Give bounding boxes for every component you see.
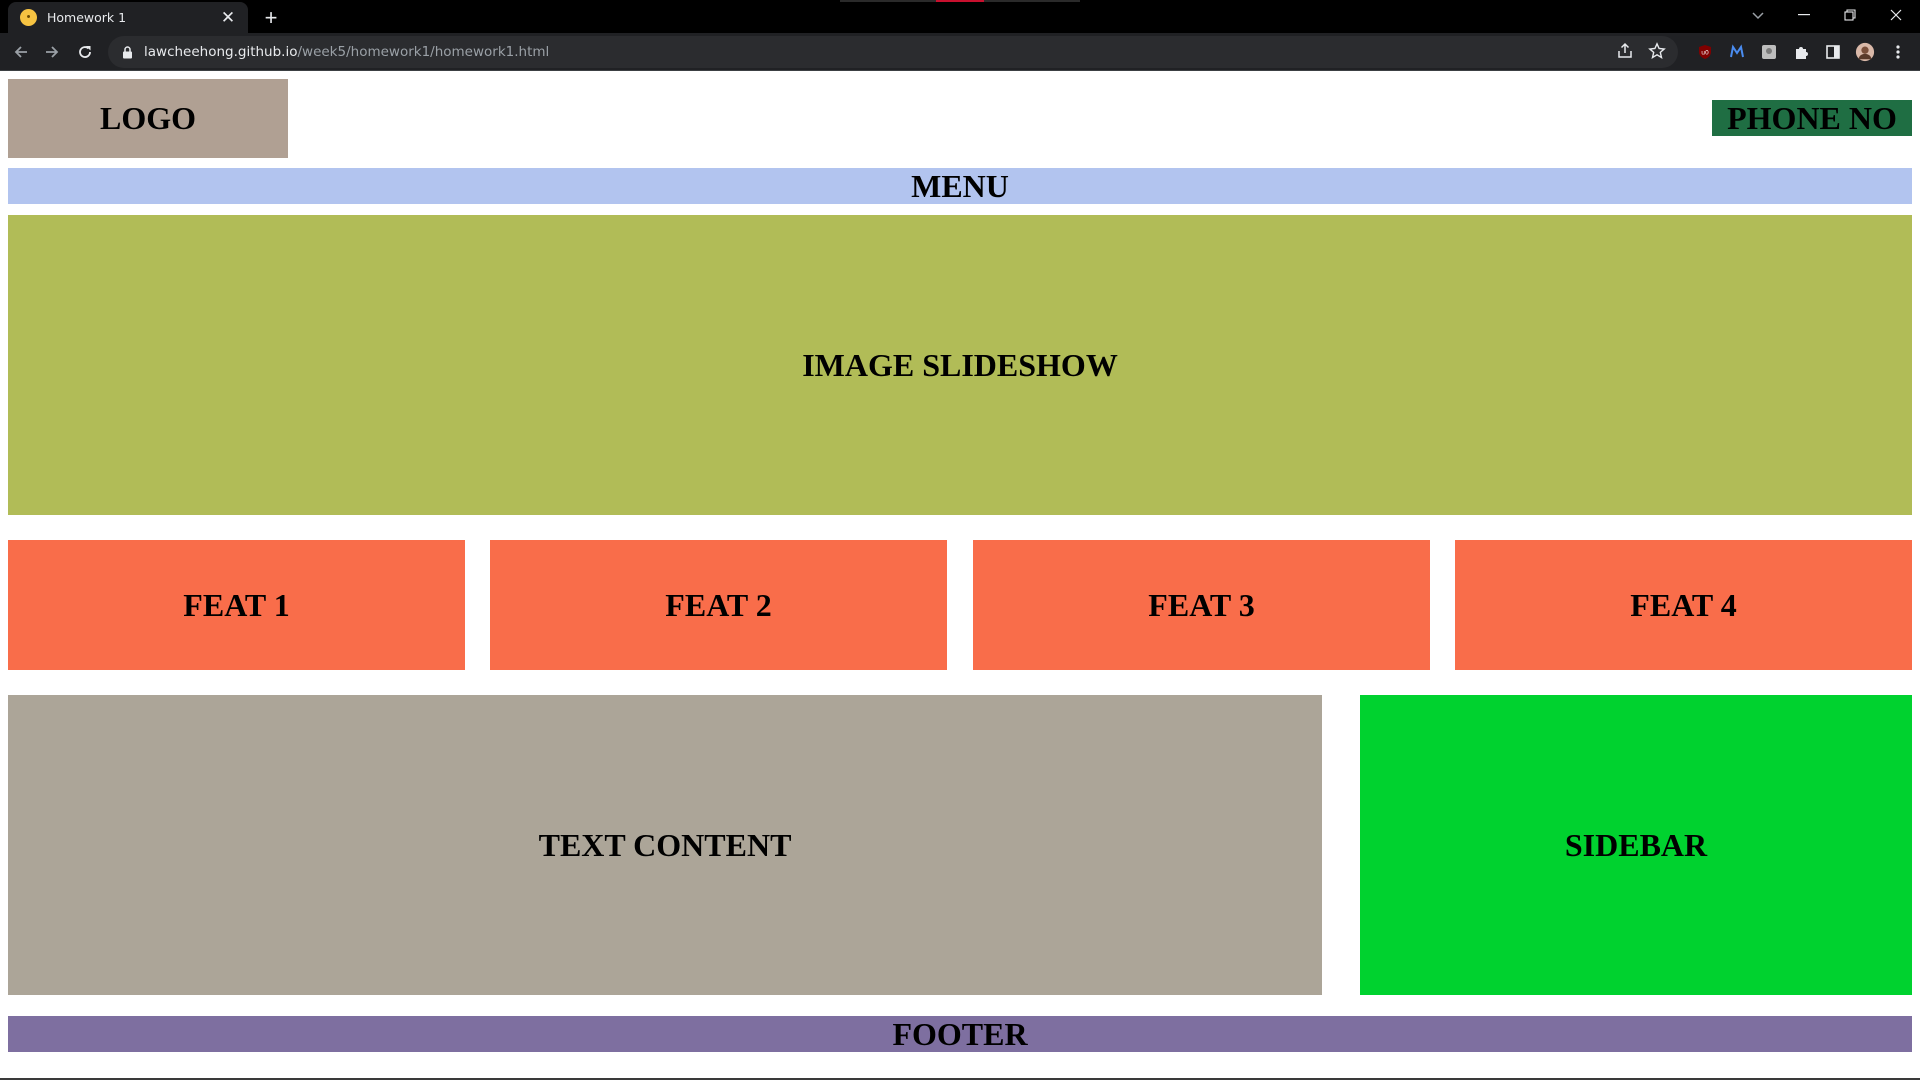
- star-icon[interactable]: [1648, 42, 1666, 65]
- web-page: LOGO PHONE NO MENU IMAGE SLIDESHOW FEAT …: [0, 71, 1920, 1080]
- url-path: /week5/homework1/homework1.html: [297, 44, 550, 60]
- forward-icon[interactable]: [38, 38, 66, 66]
- profile-avatar-icon[interactable]: [1855, 42, 1875, 62]
- menu-bar: MENU: [8, 168, 1912, 204]
- restore-icon[interactable]: [1827, 0, 1873, 29]
- minimize-icon[interactable]: [1781, 0, 1827, 29]
- active-tab[interactable]: • Homework 1 ✕: [8, 2, 248, 33]
- browser-toolbar: lawcheehong.github.io/week5/homework1/ho…: [0, 33, 1920, 71]
- tab-strip: • Homework 1 ✕ +: [0, 0, 1920, 33]
- tab-close-icon[interactable]: ✕: [218, 8, 238, 28]
- extension-m-icon[interactable]: [1727, 42, 1747, 62]
- side-panel-icon[interactable]: [1823, 42, 1843, 62]
- phone-number-box: PHONE NO: [1712, 100, 1912, 136]
- tab-title: Homework 1: [47, 10, 127, 25]
- recording-indicator: [840, 0, 1080, 2]
- reload-icon[interactable]: [71, 38, 99, 66]
- feature-box-1: FEAT 1: [8, 540, 465, 670]
- favicon-emoji-icon: •: [20, 9, 37, 26]
- back-icon[interactable]: [7, 38, 35, 66]
- feature-box-4: FEAT 4: [1455, 540, 1912, 670]
- feature-box-2: FEAT 2: [490, 540, 947, 670]
- close-window-icon[interactable]: [1873, 0, 1919, 29]
- share-icon[interactable]: [1616, 42, 1634, 65]
- image-slideshow: IMAGE SLIDESHOW: [8, 215, 1912, 515]
- extension-photo-icon[interactable]: [1759, 42, 1779, 62]
- ublock-icon[interactable]: u0: [1695, 42, 1715, 62]
- address-bar[interactable]: lawcheehong.github.io/week5/homework1/ho…: [108, 36, 1678, 68]
- extensions-puzzle-icon[interactable]: [1791, 42, 1811, 62]
- tab-search-icon[interactable]: [1745, 4, 1771, 28]
- svg-text:u0: u0: [1701, 50, 1709, 57]
- url-text: lawcheehong.github.io/week5/homework1/ho…: [144, 44, 549, 60]
- text-content-area: TEXT CONTENT: [8, 695, 1322, 995]
- lock-icon[interactable]: [120, 45, 134, 59]
- feature-box-3: FEAT 3: [973, 540, 1430, 670]
- footer: FOOTER: [8, 1016, 1912, 1052]
- sidebar: SIDEBAR: [1360, 695, 1912, 995]
- url-host: lawcheehong.github.io: [144, 44, 298, 60]
- new-tab-button[interactable]: +: [258, 5, 284, 31]
- logo-box: LOGO: [8, 79, 288, 158]
- kebab-menu-icon[interactable]: [1888, 42, 1908, 62]
